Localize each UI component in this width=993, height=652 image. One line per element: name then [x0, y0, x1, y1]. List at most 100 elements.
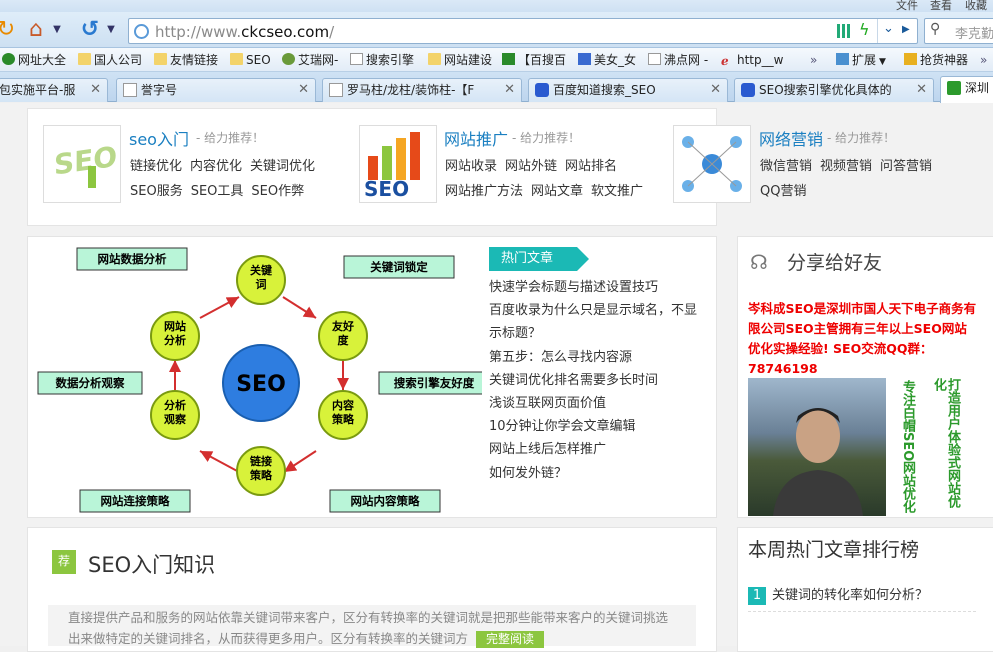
link-item[interactable]: 软文推广	[591, 184, 643, 199]
close-icon[interactable]: ✕	[916, 79, 927, 101]
url-text[interactable]: http://www.ckcseo.com/	[155, 23, 334, 41]
fav-more-icon[interactable]: »	[980, 51, 987, 69]
fav-item-feidian[interactable]: 沸点网 -	[648, 51, 708, 69]
link-item[interactable]: SEO工具	[191, 184, 244, 199]
s-green-icon	[502, 53, 515, 65]
read-more-button[interactable]: 完整阅读	[476, 631, 545, 648]
tab-1[interactable]: 包实施平台-服 ✕	[0, 78, 108, 102]
hot-article-item[interactable]: 网站上线后怎样推广	[489, 438, 701, 461]
home-dropdown-icon[interactable]: ▼	[50, 16, 64, 44]
link-item[interactable]: 微信营销	[760, 159, 812, 174]
section-excerpt-text: 直接提供产品和服务的网站依靠关键词带来客户，区分有转换率的关键词就是把那些能带来…	[68, 610, 669, 646]
share-icon[interactable]: ☊	[750, 250, 768, 274]
go-arrow-icon[interactable]: ▶	[902, 24, 910, 35]
link-item[interactable]: QQ营销	[760, 184, 806, 199]
refresh-icon[interactable]: ↻	[0, 16, 20, 44]
svg-text:SEO: SEO	[54, 140, 117, 182]
link-item[interactable]: 网站收录	[445, 159, 497, 174]
slogan-right: 打造用户体验式网站优化	[931, 378, 960, 508]
fav-item-beauty[interactable]: 美女_女	[578, 51, 636, 69]
cart-icon	[904, 53, 917, 65]
hot-article-item[interactable]: 浅谈互联网页面价值	[489, 392, 701, 415]
search-box[interactable]: ⚲ 李克勤	[924, 18, 993, 44]
link-item[interactable]: 网站文章	[531, 184, 583, 199]
cat-links-website-promo: 网站收录 网站外链 网站排名 网站推广方法 网站文章 软文推广	[445, 154, 655, 204]
link-item[interactable]: 关键词优化	[250, 159, 315, 174]
close-icon[interactable]: ✕	[710, 79, 721, 101]
fav-item-baisou[interactable]: 【百搜百	[502, 51, 566, 69]
ranking-item[interactable]: 1 关键词的转化率如何分析？	[748, 584, 976, 612]
fav-item-guoren[interactable]: 国人公司	[78, 51, 142, 69]
address-bar[interactable]: http://www.ckcseo.com/ ϟ ⌄ ▶	[128, 18, 918, 44]
fav-item-friend-links[interactable]: 友情链接	[154, 51, 218, 69]
link-item[interactable]: SEO作弊	[251, 184, 304, 199]
fav-item-shopping[interactable]: 抢货神器	[904, 51, 968, 69]
folder-icon	[428, 53, 441, 65]
undo-icon[interactable]: ↺	[76, 16, 104, 44]
lightning-icon[interactable]: ϟ	[859, 20, 870, 39]
hot-article-item[interactable]: 快速学会标题与描述设置技巧	[489, 276, 701, 299]
network-marketing-image[interactable]	[673, 125, 751, 203]
fav-item-extensions[interactable]: 扩展 ▼	[836, 51, 886, 69]
fav-overflow-icon[interactable]: »	[810, 51, 817, 69]
cat-title-seo-intro[interactable]: seo入门	[129, 126, 189, 150]
close-icon[interactable]: ✕	[90, 79, 101, 101]
center-label: SEO	[236, 372, 286, 397]
hot-article-item[interactable]: 如何发外链？	[489, 462, 701, 485]
search-icon[interactable]: ⚲	[930, 21, 940, 37]
address-dropdown[interactable]: ⌄ ▶	[877, 19, 917, 43]
rank-number: 1	[748, 587, 766, 605]
cat-title-network-marketing[interactable]: 网络营销	[759, 126, 823, 150]
link-item[interactable]: SEO服务	[130, 184, 183, 199]
folder-icon	[78, 53, 91, 65]
close-icon[interactable]: ✕	[298, 79, 309, 101]
fav-item-site-directory[interactable]: 网址大全	[2, 51, 66, 69]
section-title[interactable]: SEO入门知识	[88, 549, 215, 579]
qr-code-icon[interactable]	[837, 24, 851, 38]
chevron-down-icon[interactable]: ⌄	[883, 21, 894, 36]
diagram-callout-label: 网站内容策略	[351, 494, 420, 508]
tab-3[interactable]: 罗马柱/龙柱/装饰柱-【F ✕	[322, 78, 522, 102]
hot-article-item[interactable]: 百度收录为什么只是显示域名，不显示标题？	[489, 299, 701, 345]
link-item[interactable]: 网站推广方法	[445, 184, 523, 199]
tab-2[interactable]: 誉字号 ✕	[116, 78, 316, 102]
fav-item-iresearch[interactable]: 艾瑞网-	[282, 51, 338, 69]
hot-article-item[interactable]: 关键词优化排名需要多长时间	[489, 369, 701, 392]
tab-active[interactable]: 深圳	[940, 76, 993, 103]
cat-sub-seo-intro: - 给力推荐！	[196, 131, 265, 145]
cat-sub-network-marketing: - 给力推荐！	[827, 131, 896, 145]
cat-links-seo-intro: 链接优化 内容优化 关键词优化 SEO服务 SEO工具 SEO作弊	[130, 154, 340, 204]
link-item[interactable]: 内容优化	[190, 159, 242, 174]
e-red-icon: ℯ	[721, 54, 729, 68]
diagram-node-label: 关键	[250, 263, 273, 277]
hot-article-item[interactable]: 10分钟让你学会文章编辑	[489, 415, 701, 438]
diagram-node-label: 内容	[332, 398, 354, 412]
search-input[interactable]: 李克勤	[955, 23, 993, 42]
link-item[interactable]: 网站外链	[505, 159, 557, 174]
hot-article-item[interactable]: 第五步：怎么寻找内容源	[489, 346, 701, 369]
link-item[interactable]: 视频营销	[820, 159, 872, 174]
tab-4[interactable]: 百度知道搜索_SEO ✕	[528, 78, 728, 102]
fav-item-website-build[interactable]: 网站建设	[428, 51, 492, 69]
diagram-node-label: 词	[256, 278, 267, 291]
fav-item-seo[interactable]: SEO	[230, 51, 271, 69]
rank-text[interactable]: 关键词的转化率如何分析？	[772, 588, 928, 603]
link-item[interactable]: 问答营销	[880, 159, 932, 174]
diagram-node-label: 友好	[332, 319, 354, 333]
fav-item-http[interactable]: ℯ http__w	[721, 51, 783, 69]
home-icon[interactable]: ⌂	[22, 16, 50, 44]
seo-cycle-diagram: SEO 关键词友好度内容策略链接策略分析观察网站分析 网站数据分析关键词锁定搜索…	[37, 247, 482, 513]
author-photo	[748, 378, 886, 516]
diagram-node-label: 度	[338, 333, 350, 347]
cat-title-website-promo[interactable]: 网站推广	[444, 126, 508, 150]
undo-dropdown-icon[interactable]: ▼	[104, 16, 118, 44]
tab-5[interactable]: SEO搜索引擎优化具体的 ✕	[734, 78, 934, 102]
link-item[interactable]: 网站排名	[565, 159, 617, 174]
close-icon[interactable]: ✕	[504, 79, 515, 101]
website-promo-image[interactable]: SEO	[359, 125, 437, 203]
puzzle-icon	[836, 53, 849, 65]
link-item[interactable]: 链接优化	[130, 159, 182, 174]
seo-intro-image[interactable]: SEO	[43, 125, 121, 203]
fav-item-search-engine[interactable]: 搜索引擎	[350, 51, 414, 69]
diagram-callout-label: 网站数据分析	[98, 252, 167, 266]
